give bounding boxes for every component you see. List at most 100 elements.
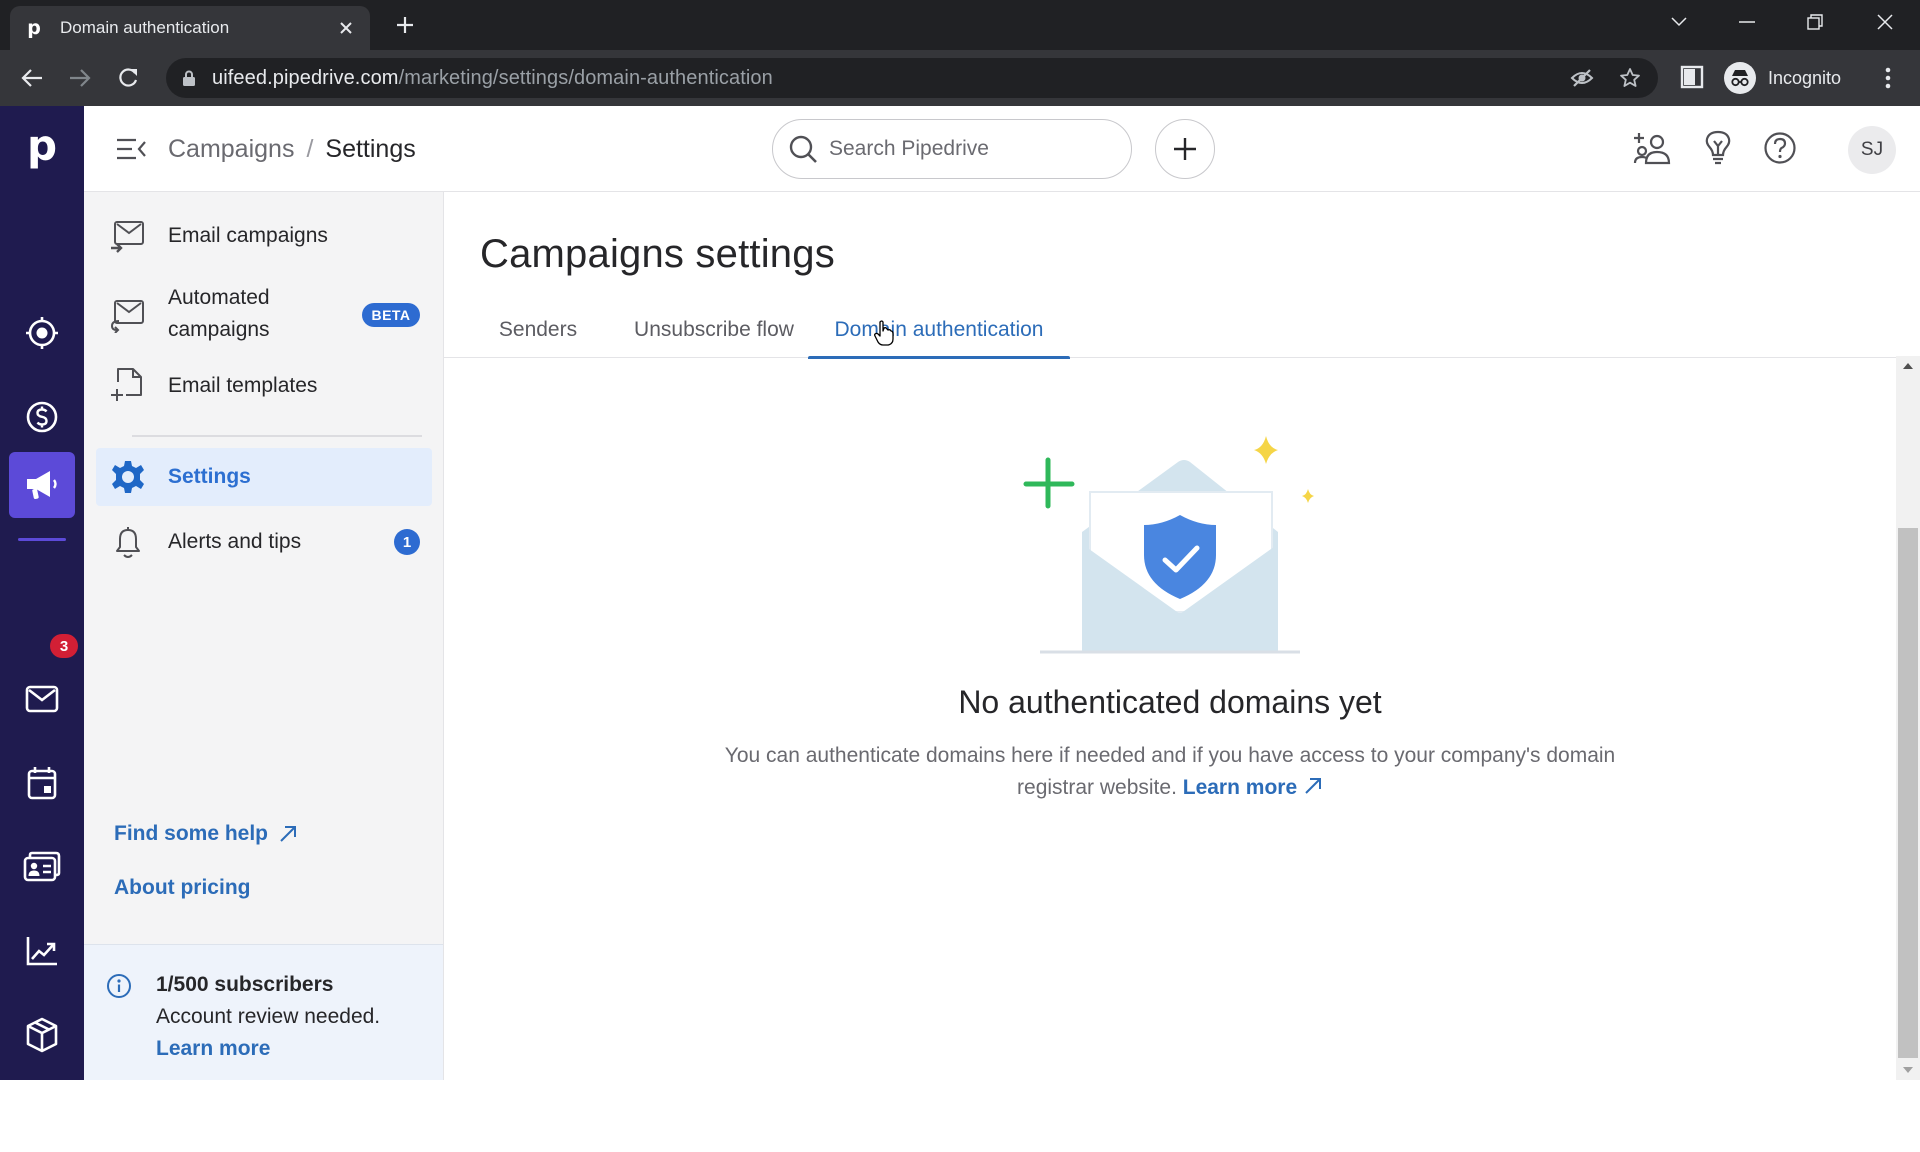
- forward-button[interactable]: [66, 64, 94, 92]
- scroll-up-arrow-icon[interactable]: [1896, 356, 1920, 376]
- address-bar[interactable]: uifeed.pipedrive.com/marketing/settings/…: [166, 58, 1658, 98]
- restore-window-icon[interactable]: [1800, 10, 1830, 34]
- main-scrollbar[interactable]: [1896, 356, 1920, 1080]
- tab-title: Domain authentication: [60, 18, 230, 37]
- reload-button[interactable]: [114, 64, 142, 92]
- incognito-profile-button[interactable]: Incognito: [1718, 58, 1854, 98]
- tab-domain-authentication[interactable]: Domain authentication: [808, 302, 1070, 359]
- alerts-count-badge: 1: [394, 529, 420, 555]
- app-navigation-rail: p 3: [0, 106, 84, 1134]
- gear-icon: [110, 459, 146, 495]
- account-review-text: Account review needed.: [156, 1005, 381, 1028]
- browser-tab[interactable]: p Domain authentication: [10, 6, 370, 50]
- subnav-label-line2: campaigns: [168, 318, 270, 341]
- info-learn-more-link[interactable]: Learn more: [156, 1037, 270, 1060]
- subnav-divider: [132, 435, 422, 437]
- rail-item-mail[interactable]: [9, 666, 75, 732]
- incognito-icon: [1724, 62, 1756, 94]
- collapse-sidebar-icon[interactable]: [114, 134, 148, 164]
- empty-state-description: You can authenticate domains here if nee…: [720, 740, 1620, 804]
- contact-card-icon: [23, 851, 61, 882]
- scroll-down-arrow-icon[interactable]: [1896, 1060, 1920, 1080]
- target-icon: [26, 317, 58, 349]
- rail-item-contacts[interactable]: [9, 834, 75, 900]
- rail-item-campaigns-active[interactable]: [9, 452, 75, 518]
- subscriber-info-box: 1/500 subscribers Account review needed.…: [84, 944, 443, 1080]
- breadcrumb-separator: /: [306, 134, 314, 163]
- subscriber-count: 1/500 subscribers: [156, 973, 334, 996]
- dollar-icon: [26, 401, 58, 433]
- empty-state-learn-more-link[interactable]: Learn more: [1183, 776, 1323, 799]
- minimize-window-icon[interactable]: [1732, 10, 1762, 34]
- find-some-help-link[interactable]: Find some help: [114, 822, 298, 846]
- empty-state-text: You can authenticate domains here if nee…: [724, 744, 1616, 799]
- subnav-item-automated-campaigns[interactable]: Automated campaigns BETA: [96, 276, 432, 354]
- store-icon: [25, 1103, 59, 1134]
- calendar-notification-badge: 3: [50, 634, 78, 658]
- subnav-item-alerts-and-tips[interactable]: Alerts and tips 1: [96, 514, 432, 570]
- close-window-icon[interactable]: [1870, 10, 1900, 34]
- rail-item-products[interactable]: [9, 1002, 75, 1068]
- url-text: uifeed.pipedrive.com/marketing/settings/…: [212, 67, 773, 90]
- tab-senders[interactable]: Senders: [480, 302, 596, 358]
- tab-unsubscribe-flow[interactable]: Unsubscribe flow: [614, 302, 814, 358]
- tab-search-chevron-icon[interactable]: [1664, 10, 1694, 34]
- email-template-icon: [110, 366, 146, 402]
- calendar-icon: [27, 767, 57, 800]
- new-tab-button[interactable]: [392, 12, 418, 38]
- settings-tabs: Senders Unsubscribe flow Domain authenti…: [444, 302, 1920, 359]
- lightbulb-icon[interactable]: [1698, 128, 1738, 168]
- rail-item-insights[interactable]: [9, 918, 75, 984]
- bookmark-star-icon[interactable]: [1618, 66, 1642, 90]
- subnav-label: Settings: [168, 465, 251, 488]
- back-button[interactable]: [18, 64, 46, 92]
- rail-item-deals[interactable]: [9, 384, 75, 450]
- rail-item-marketplace[interactable]: [9, 1086, 75, 1152]
- pipedrive-logo[interactable]: p: [22, 125, 62, 170]
- search-box[interactable]: [772, 119, 1132, 179]
- browser-toolbar: uifeed.pipedrive.com/marketing/settings/…: [0, 50, 1920, 106]
- side-panel-button[interactable]: [1680, 64, 1706, 92]
- browser-tab-bar: p Domain authentication: [0, 0, 1920, 50]
- subnav-item-email-templates[interactable]: Email templates: [96, 360, 432, 412]
- invite-users-icon[interactable]: [1632, 128, 1672, 168]
- rail-divider: [18, 538, 66, 541]
- green-plus-icon: [1023, 457, 1075, 509]
- automated-campaign-icon: [110, 297, 146, 333]
- plus-icon: [1174, 138, 1196, 160]
- mail-icon: [25, 685, 59, 713]
- tracking-protection-eye-off-icon[interactable]: [1570, 66, 1594, 90]
- rail-item-calendar[interactable]: [9, 750, 75, 816]
- main-content: Campaigns settings Senders Unsubscribe f…: [444, 192, 1920, 1080]
- secure-email-illustration: [1023, 436, 1314, 654]
- breadcrumb-campaigns[interactable]: Campaigns: [168, 135, 294, 164]
- info-icon: [106, 973, 132, 999]
- breadcrumb: Campaigns / Settings: [168, 132, 416, 166]
- beta-badge: BETA: [362, 303, 420, 327]
- subscriber-info-text: 1/500 subscribers Account review needed.…: [156, 969, 426, 1065]
- about-pricing-label: About pricing: [114, 876, 251, 899]
- external-link-arrow-icon: [280, 826, 297, 842]
- subnav-label: Alerts and tips: [168, 530, 302, 553]
- box-icon: [26, 1017, 58, 1053]
- quick-add-button[interactable]: [1155, 119, 1215, 179]
- email-campaign-icon: [110, 218, 146, 254]
- search-input[interactable]: [829, 137, 1119, 161]
- close-tab-icon[interactable]: [336, 18, 356, 38]
- subnav-item-email-campaigns[interactable]: Email campaigns: [96, 210, 432, 262]
- about-pricing-link[interactable]: About pricing: [114, 876, 250, 900]
- lock-icon: [182, 70, 196, 86]
- user-avatar[interactable]: SJ: [1848, 126, 1896, 174]
- scrollbar-thumb[interactable]: [1898, 528, 1918, 1058]
- pipedrive-favicon-icon: p: [27, 17, 41, 39]
- subnav-label: Email templates: [168, 374, 318, 397]
- learn-more-label: Learn more: [1182, 776, 1298, 799]
- rail-item-leads[interactable]: [9, 300, 75, 366]
- subnav-item-settings[interactable]: Settings: [96, 448, 432, 506]
- breadcrumb-settings: Settings: [325, 134, 416, 163]
- chart-trend-icon: [26, 937, 57, 966]
- subnav-label: Email campaigns: [168, 224, 328, 247]
- subnav-label-line1: Automated: [168, 286, 270, 309]
- help-icon[interactable]: [1760, 128, 1800, 168]
- browser-menu-icon[interactable]: [1876, 64, 1900, 92]
